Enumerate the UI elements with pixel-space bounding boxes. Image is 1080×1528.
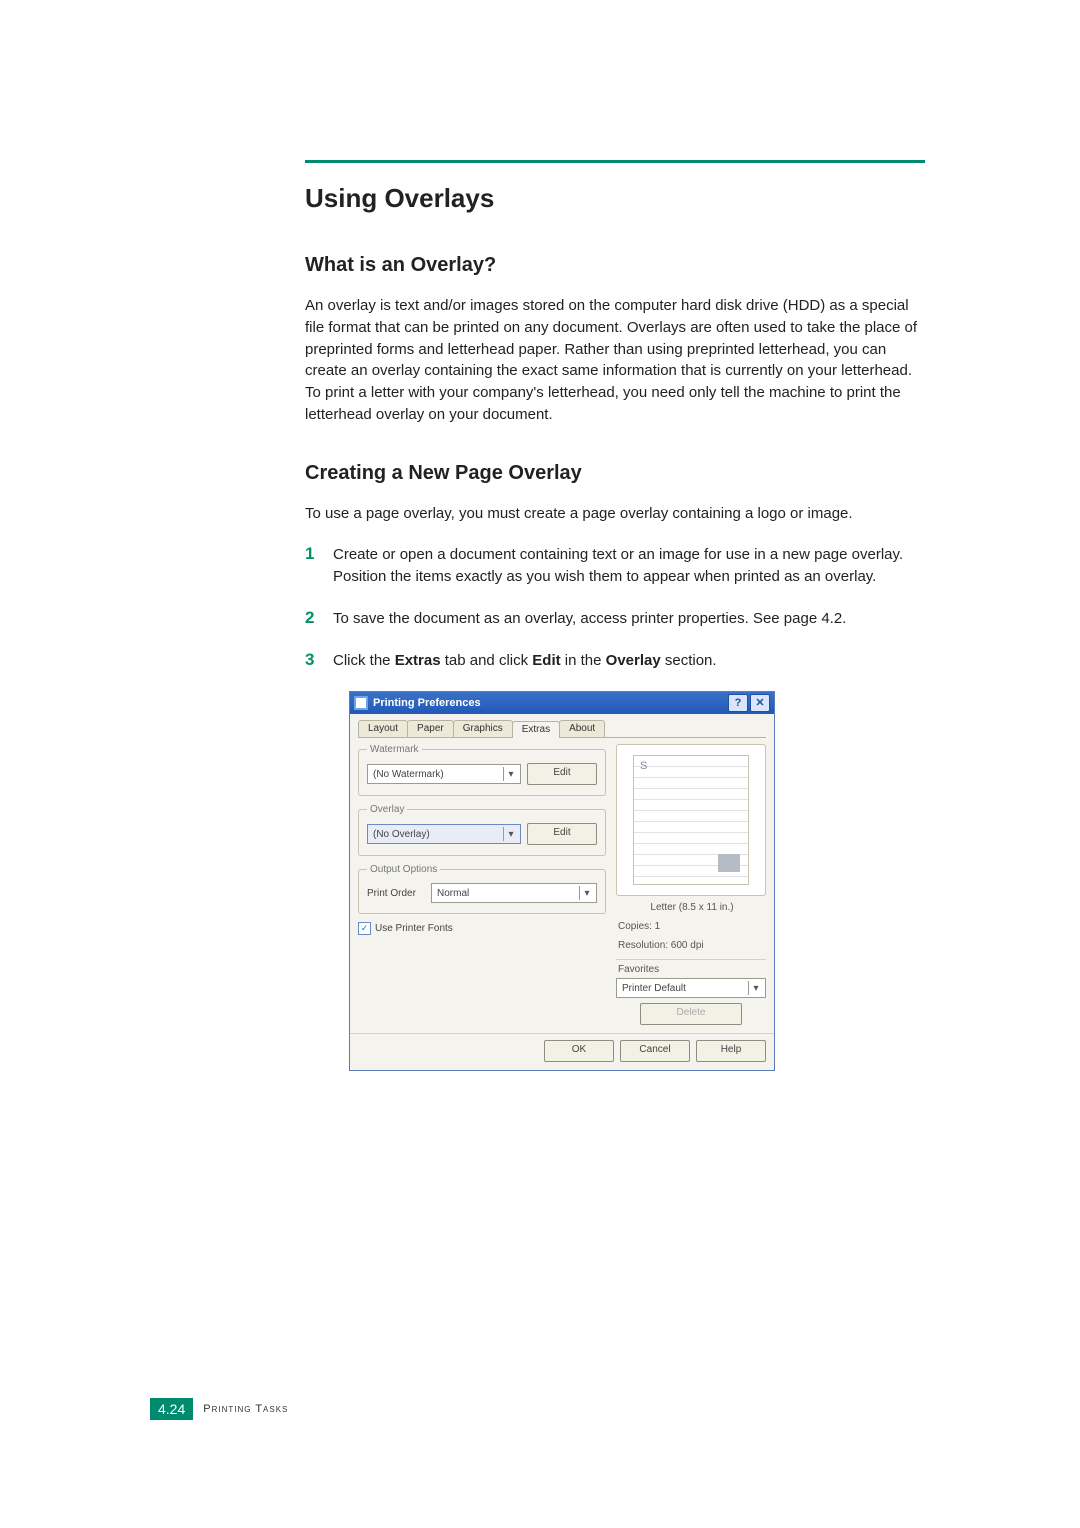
heading-what-is-overlay: What is an Overlay?: [305, 254, 930, 277]
step-number: 2: [305, 606, 314, 631]
step-number: 1: [305, 542, 314, 567]
tab-layout[interactable]: Layout: [358, 720, 408, 737]
step-1: 1 Create or open a document containing t…: [305, 544, 925, 588]
dialog-footer: OK Cancel Help: [350, 1033, 774, 1070]
watermark-select[interactable]: (No Watermark) ▾: [367, 764, 521, 784]
step-3-text: Click the Extras tab and click Edit in t…: [333, 652, 717, 669]
dialog-title-bar[interactable]: Printing Preferences ? ✕: [350, 692, 774, 714]
heading-using-overlays: Using Overlays: [305, 183, 930, 214]
tab-about[interactable]: About: [559, 720, 605, 737]
dialog-body: Layout Paper Graphics Extras About Water…: [350, 714, 774, 1033]
overlay-legend: Overlay: [367, 804, 407, 815]
cancel-button[interactable]: Cancel: [620, 1040, 690, 1062]
output-options-group: Output Options Print Order Normal ▾: [358, 864, 606, 914]
print-order-select[interactable]: Normal ▾: [431, 883, 597, 903]
overlay-select[interactable]: (No Overlay) ▾: [367, 824, 521, 844]
step-number: 3: [305, 648, 314, 673]
step-2: 2 To save the document as an overlay, ac…: [305, 608, 925, 630]
chevron-down-icon: ▾: [748, 981, 763, 995]
overlay-value: (No Overlay): [373, 829, 430, 840]
watermark-value: (No Watermark): [373, 769, 444, 780]
chevron-down-icon: ▾: [503, 827, 518, 841]
favorites-value: Printer Default: [622, 983, 686, 994]
step-2-text: To save the document as an overlay, acce…: [333, 610, 846, 627]
help-button[interactable]: Help: [696, 1040, 766, 1062]
paragraph-intro: An overlay is text and/or images stored …: [305, 295, 925, 426]
use-printer-fonts-label: Use Printer Fonts: [375, 923, 453, 934]
dialog-left-column: Watermark (No Watermark) ▾ Edit Overlay: [358, 744, 606, 1025]
print-order-value: Normal: [437, 888, 469, 899]
tab-extras[interactable]: Extras: [512, 721, 560, 738]
step-1-text: Create or open a document containing tex…: [333, 546, 903, 585]
steps-list: 1 Create or open a document containing t…: [305, 544, 925, 671]
favorites-label: Favorites: [616, 964, 766, 975]
page-footer: 4.24 Printing Tasks: [150, 1398, 288, 1420]
manual-page: Using Overlays What is an Overlay? An ov…: [0, 0, 1080, 1528]
page-preview: S: [616, 744, 766, 896]
printing-preferences-dialog: Printing Preferences ? ✕ Layout Paper Gr…: [349, 691, 775, 1071]
paragraph-lead: To use a page overlay, you must create a…: [305, 503, 925, 525]
favorites-select[interactable]: Printer Default ▾: [616, 978, 766, 998]
tab-graphics[interactable]: Graphics: [453, 720, 513, 737]
copies-label: Copies: 1: [618, 919, 766, 934]
step-3: 3 Click the Extras tab and click Edit in…: [305, 650, 925, 672]
use-printer-fonts-checkbox[interactable]: ✓ Use Printer Fonts: [358, 922, 606, 935]
heading-creating-overlay: Creating a New Page Overlay: [305, 462, 930, 485]
checkbox-icon: ✓: [358, 922, 371, 935]
overlay-edit-button[interactable]: Edit: [527, 823, 597, 845]
watermark-edit-button[interactable]: Edit: [527, 763, 597, 785]
delete-favorite-button[interactable]: Delete: [640, 1003, 742, 1025]
preview-logo: S: [640, 760, 647, 772]
overlay-group: Overlay (No Overlay) ▾ Edit: [358, 804, 606, 856]
ok-button[interactable]: OK: [544, 1040, 614, 1062]
dialog-columns: Watermark (No Watermark) ▾ Edit Overlay: [358, 744, 766, 1025]
section-rule: [305, 160, 925, 163]
dialog-title: Printing Preferences: [373, 697, 481, 709]
preview-page-rect: S: [633, 755, 749, 885]
tab-paper[interactable]: Paper: [407, 720, 454, 737]
print-order-label: Print Order: [367, 888, 425, 899]
close-button[interactable]: ✕: [750, 694, 770, 712]
resolution-label: Resolution: 600 dpi: [618, 938, 766, 953]
output-options-legend: Output Options: [367, 864, 440, 875]
paper-size-label: Letter (8.5 x 11 in.): [618, 900, 766, 915]
watermark-group: Watermark (No Watermark) ▾ Edit: [358, 744, 606, 796]
tab-strip: Layout Paper Graphics Extras About: [358, 720, 766, 738]
section-name: Printing Tasks: [203, 1403, 288, 1415]
favorites-group: Favorites Printer Default ▾ Delete: [616, 959, 766, 1025]
chevron-down-icon: ▾: [579, 886, 594, 900]
page-number-badge: 4.24: [150, 1398, 193, 1420]
preview-image-block: [718, 854, 740, 872]
watermark-legend: Watermark: [367, 744, 422, 755]
help-button[interactable]: ?: [728, 694, 748, 712]
chevron-down-icon: ▾: [503, 767, 518, 781]
dialog-right-column: S Letter (8.5 x 11 in.) Copies: 1 Resolu…: [616, 744, 766, 1025]
app-icon: [354, 696, 368, 710]
